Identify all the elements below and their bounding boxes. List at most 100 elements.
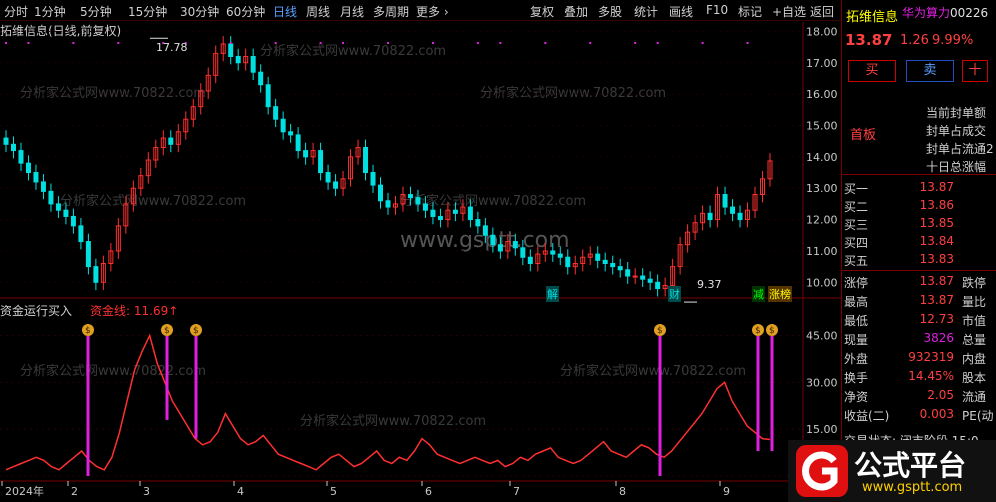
stat-value: 2.05 [927,388,954,402]
bid-label: 买五 [844,254,869,268]
price-tick-label: 10.00 [806,276,838,289]
x-tick-label: 8 [619,485,626,498]
price-tick-label: 17.00 [806,57,838,70]
candle-body [497,244,503,252]
stat-label-2: 内盘 [962,352,987,366]
candle-body [632,275,638,278]
candle-body [737,212,743,221]
bid-row[interactable]: 买四 13.84 [844,234,994,252]
candle-body [10,143,16,152]
money-bag-icon-glyph: $ [769,326,775,336]
candle-body [18,150,24,164]
sell-button[interactable]: 卖 [906,60,954,82]
stat-label: 收益(二) [844,409,890,423]
signal-dot [229,42,232,44]
candle-body [482,225,488,236]
candle-body [55,203,61,211]
candle-body [550,250,556,255]
candle-body [625,269,631,277]
marker-limit-up[interactable]: 涨榜 [768,286,792,302]
signal-dot [634,42,637,44]
buy-button[interactable]: 买 [848,60,896,82]
candle-body [422,203,428,211]
candle-body [168,137,174,145]
candle-body [527,256,533,264]
candle-body [25,162,31,174]
candle-body [467,206,473,221]
stat-label-2: 总量 [962,333,987,347]
candle-body [288,131,294,136]
candle-body [70,215,76,227]
candle-body [40,181,46,192]
x-tick-label: 7 [513,485,520,498]
stat-row: 最高 13.87 量比 [844,293,994,311]
stock-code: 00226 [950,6,989,20]
candle-body [655,281,661,290]
signal-dot [589,42,592,44]
bid-row[interactable]: 买三 13.85 [844,216,994,234]
price-change: 1.26 [900,33,929,48]
stat-label: 涨停 [844,276,869,290]
signal-dot [476,42,479,44]
stat-label: 净资 [844,390,869,404]
seal-ratio: 封单占成交 [926,124,987,138]
marker-finance[interactable]: 财 [668,286,681,302]
seal-float-ratio: 封单占流通2 [926,142,994,156]
stat-row: 换手 14.45% 股本 [844,369,994,387]
bid-label: 买一 [844,182,869,196]
candle-body [370,172,376,186]
stat-label-2: 股本 [962,371,987,385]
kline-chart[interactable]: 18.00 17.00 16.00 15.00 14.00 13.00 12.00 11.00… [0,0,841,502]
bid-row[interactable]: 买一 13.87 [844,180,994,198]
marker-reduce[interactable]: 减 [752,286,765,302]
stat-value: 0.003 [919,407,954,421]
indicator-tick-label: 30.00 [806,376,838,389]
bid-price: 13.84 [919,234,954,248]
stat-value: 14.45% [908,369,954,383]
indicator-tick-label: 45.00 [806,330,838,343]
candle-body [48,190,54,205]
signal-dot [274,42,277,44]
signal-dot [544,42,547,44]
fund-line [5,333,771,471]
stat-value: 3826 [923,331,954,345]
candle-body [78,225,84,243]
bid-row[interactable]: 买五 13.83 [844,252,994,270]
candle-body [325,172,331,183]
stat-value: 932319 [908,350,954,364]
candle-body [265,84,271,108]
candle-body [235,56,241,64]
candle-body [228,43,234,57]
candle-body [407,194,413,199]
signal-dot [656,42,659,44]
stat-row: 现量 3826 总量 [844,331,994,349]
marker-unlock[interactable]: 解 [546,286,559,302]
candle-body [250,56,256,73]
brand-logo-icon [796,445,848,497]
stat-value: 13.87 [919,293,954,307]
divider [842,270,996,271]
candle-body [707,212,713,221]
bid-price: 13.85 [919,216,954,230]
stat-label-2: 量比 [962,295,987,309]
stat-row: 净资 2.05 流通 [844,388,994,406]
signal-dot [387,42,389,44]
price-tick-label: 16.00 [806,88,838,101]
candle-body [85,241,91,268]
candle-body [557,253,563,258]
plus-button[interactable]: 十 [962,60,988,82]
bid-price: 13.83 [919,252,954,266]
stat-label: 换手 [844,371,869,385]
candle-body [280,118,286,133]
brand-logo: 公式平台 www.gsptt.com [788,440,996,502]
signal-dot [72,42,75,44]
money-bag-icon-glyph: $ [657,326,663,336]
candle-body [430,209,436,217]
candle-body [602,259,608,265]
stat-label: 现量 [844,333,869,347]
signal-dot [701,42,704,44]
candle-body [33,172,39,183]
bid-row[interactable]: 买二 13.86 [844,198,994,216]
money-bag-icon-glyph: $ [85,326,91,336]
candle-body [3,137,9,145]
